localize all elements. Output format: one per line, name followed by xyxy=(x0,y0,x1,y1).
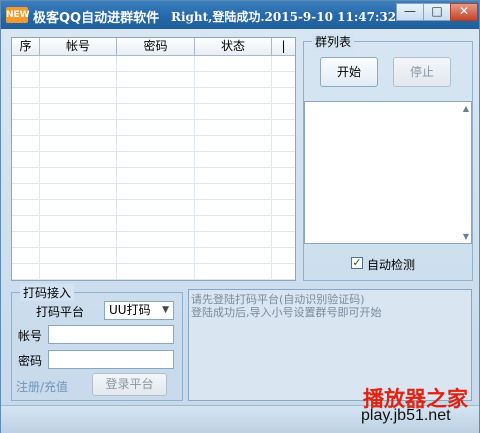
column-header-account[interactable]: 帐号 xyxy=(40,38,117,55)
column-header-password[interactable]: 密码 xyxy=(117,38,195,55)
column-header-index[interactable]: 序 xyxy=(12,38,40,55)
minimize-button[interactable]: — xyxy=(396,3,424,21)
column-divider xyxy=(271,56,272,280)
login-status-text: Right,登陆成功.2015-9-10 11:47:32 xyxy=(171,10,397,24)
scroll-up-icon[interactable]: ▲ xyxy=(463,104,469,113)
password-label: 密码 xyxy=(18,354,43,368)
register-recharge-link[interactable]: 注册/充值 xyxy=(16,378,68,395)
app-icon: NEW xyxy=(6,7,30,23)
auto-detect-checkbox[interactable]: ✓ xyxy=(351,257,363,269)
column-divider xyxy=(39,56,40,280)
account-table[interactable]: 序 帐号 密码 状态 | xyxy=(11,37,296,281)
group-list-title: 群列表 xyxy=(312,33,355,50)
scroll-down-icon[interactable]: ▼ xyxy=(463,232,469,241)
column-header-extra[interactable]: | xyxy=(272,38,295,55)
column-divider xyxy=(194,56,195,280)
captcha-panel-title: 打码接入 xyxy=(20,284,75,301)
platform-select[interactable]: UU打码 ▼ xyxy=(104,301,174,320)
password-input[interactable] xyxy=(48,350,174,369)
table-body[interactable] xyxy=(12,56,295,280)
log-line: 请先登陆打码平台(自动识别验证码) xyxy=(191,293,365,306)
platform-selected-value: UU打码 xyxy=(109,303,151,317)
stop-button[interactable]: 停止 xyxy=(393,57,451,87)
platform-label: 打码平台 xyxy=(36,305,85,319)
main-window: NEW 极客QQ自动进群软件 Right,登陆成功.2015-9-10 11:4… xyxy=(0,0,480,433)
chevron-down-icon: ▼ xyxy=(162,305,169,315)
column-header-status[interactable]: 状态 xyxy=(195,38,272,55)
log-line: 登陆成功后,导入小号设置群号即可开始 xyxy=(191,306,382,319)
table-header: 序 帐号 密码 状态 | xyxy=(12,38,295,56)
maximize-button[interactable]: □ xyxy=(423,3,451,21)
group-list-panel: 群列表 开始 停止 ▲ ▼ ✓ 自动检测 xyxy=(303,33,473,281)
auto-detect-label[interactable]: 自动检测 xyxy=(367,256,415,273)
group-listbox[interactable]: ▲ ▼ xyxy=(304,101,472,244)
login-platform-button[interactable]: 登录平台 xyxy=(92,373,167,396)
account-label: 帐号 xyxy=(18,329,43,343)
title-bar[interactable]: NEW 极客QQ自动进群软件 Right,登陆成功.2015-9-10 11:4… xyxy=(1,1,479,29)
captcha-panel: 打码接入 打码平台 UU打码 ▼ 帐号 密码 注册/充值 登录平台 xyxy=(11,284,183,401)
watermark-url: play.jb51.net xyxy=(361,407,451,424)
start-button[interactable]: 开始 xyxy=(320,57,378,87)
close-button[interactable]: ✕ xyxy=(450,3,478,21)
account-input[interactable] xyxy=(48,325,174,344)
window-title: 极客QQ自动进群软件 xyxy=(33,11,160,26)
column-divider xyxy=(116,56,117,280)
